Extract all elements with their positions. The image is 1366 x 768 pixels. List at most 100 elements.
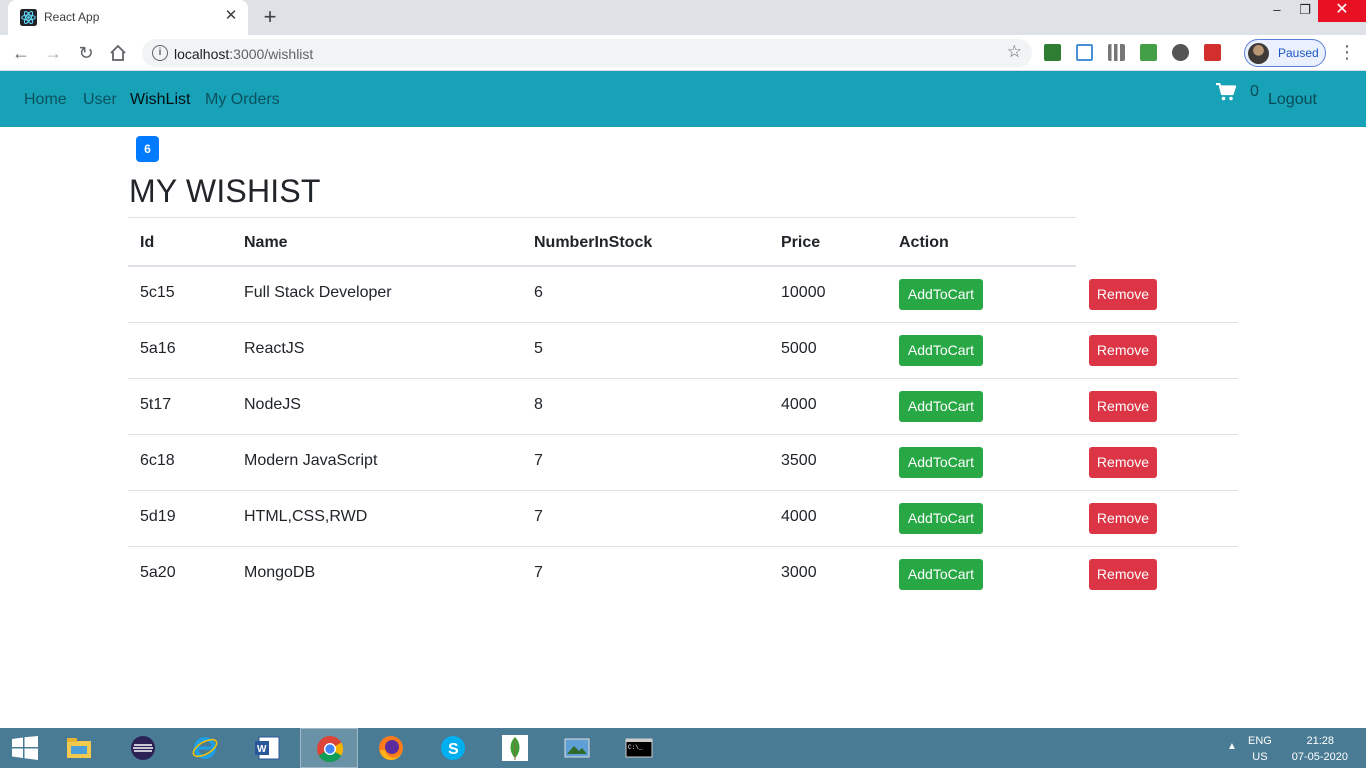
column-header-action: Action: [899, 234, 949, 251]
remove-button[interactable]: Remove: [1089, 559, 1157, 590]
column-header-price: Price: [781, 234, 821, 251]
cell-stock: 5: [534, 340, 543, 357]
remove-button[interactable]: Remove: [1089, 503, 1157, 534]
cell-stock: 7: [534, 564, 543, 581]
taskbar-eclipse[interactable]: [114, 728, 172, 768]
skype-icon: S: [441, 736, 465, 760]
nav-link-home[interactable]: Home: [24, 91, 67, 109]
extension-circle-icon[interactable]: [1172, 44, 1189, 61]
forward-arrow-icon[interactable]: →: [40, 40, 66, 66]
nav-link-user[interactable]: User: [83, 91, 117, 109]
taskbar-firefox[interactable]: [362, 728, 420, 768]
add-to-cart-button[interactable]: AddToCart: [899, 391, 983, 422]
avatar: [1248, 43, 1269, 64]
wishlist-count-badge: 6: [136, 136, 159, 162]
profile-status: Paused: [1278, 46, 1319, 60]
cell-stock: 7: [534, 508, 543, 525]
cell-name: MongoDB: [244, 564, 316, 581]
add-to-cart-button[interactable]: AddToCart: [899, 335, 983, 366]
start-button[interactable]: [0, 728, 52, 768]
browser-tab[interactable]: React App ✕: [8, 0, 248, 35]
clock-time: 21:28: [1306, 735, 1334, 747]
svg-text:W: W: [257, 744, 267, 755]
new-tab-icon[interactable]: +: [258, 5, 282, 29]
remove-button[interactable]: Remove: [1089, 279, 1157, 310]
profile-button[interactable]: Paused: [1244, 39, 1326, 67]
cell-price: 4000: [781, 396, 817, 413]
cell-id: 5d19: [140, 508, 176, 525]
restore-window-icon[interactable]: ❐: [1290, 0, 1320, 22]
shopping-cart-icon[interactable]: [1216, 83, 1236, 101]
react-logo-icon: [20, 9, 37, 26]
system-clock[interactable]: 21:28 07-05-2020: [1286, 733, 1348, 765]
internet-explorer-icon: [192, 737, 218, 759]
file-explorer-icon: [67, 738, 91, 758]
extension-selenium-icon[interactable]: [1140, 44, 1157, 61]
taskbar-mongodb[interactable]: [486, 728, 544, 768]
logout-link[interactable]: Logout: [1268, 91, 1317, 109]
input-language-indicator[interactable]: ENG US: [1248, 733, 1272, 765]
remove-button[interactable]: Remove: [1089, 447, 1157, 478]
chrome-icon: [317, 736, 344, 763]
cell-id: 5c15: [140, 284, 175, 301]
table-header-row: Id Name NumberInStock Price Action: [128, 217, 1076, 267]
table-row: 5c15 Full Stack Developer 6 10000 AddToC…: [128, 267, 1238, 323]
cell-stock: 7: [534, 452, 543, 469]
region-code: US: [1252, 751, 1268, 763]
cell-price: 5000: [781, 340, 817, 357]
site-info-icon[interactable]: i: [152, 45, 168, 61]
remove-button[interactable]: Remove: [1089, 335, 1157, 366]
taskbar-internet-explorer[interactable]: [176, 728, 234, 768]
cell-price: 3500: [781, 452, 817, 469]
back-arrow-icon[interactable]: ←: [8, 40, 34, 66]
show-hidden-icons-icon[interactable]: ▲: [1227, 741, 1237, 752]
cell-name: HTML,CSS,RWD: [244, 508, 368, 525]
cell-name: Modern JavaScript: [244, 452, 378, 469]
browser-tab-strip: React App ✕ + – ❐ ✕: [0, 0, 1366, 35]
taskbar-command-prompt[interactable]: C:\_: [610, 728, 668, 768]
clock-date: 07-05-2020: [1291, 751, 1348, 763]
browser-toolbar: ← → ↻ i localhost:3000/wishlist ☆ Paused…: [0, 35, 1366, 71]
browser-menu-icon[interactable]: ⋮: [1338, 40, 1356, 66]
extension-blue-icon[interactable]: [1076, 44, 1093, 61]
minimize-window-icon[interactable]: –: [1262, 0, 1292, 22]
close-tab-icon[interactable]: ✕: [222, 7, 240, 25]
language-code: ENG: [1248, 735, 1272, 747]
nav-link-wishlist[interactable]: WishList: [130, 91, 190, 109]
app-navbar: Home User WishList My Orders: [0, 71, 1366, 127]
svg-text:C:\_: C:\_: [628, 744, 643, 751]
nav-link-my-orders[interactable]: My Orders: [205, 91, 280, 109]
table-row: 6c18 Modern JavaScript 7 3500 AddToCart …: [128, 435, 1238, 491]
bookmark-star-icon[interactable]: ☆: [1007, 42, 1022, 62]
add-to-cart-button[interactable]: AddToCart: [899, 559, 983, 590]
cart-count: 0: [1250, 83, 1259, 100]
close-window-icon[interactable]: ✕: [1318, 0, 1366, 22]
add-to-cart-button[interactable]: AddToCart: [899, 503, 983, 534]
column-header-id: Id: [140, 234, 155, 251]
remove-button[interactable]: Remove: [1089, 391, 1157, 422]
taskbar-word[interactable]: W: [238, 728, 296, 768]
cell-price: 4000: [781, 508, 817, 525]
cell-price: 3000: [781, 564, 817, 581]
taskbar-skype[interactable]: S: [424, 728, 482, 768]
home-icon[interactable]: [105, 40, 131, 66]
taskbar-file-explorer[interactable]: [50, 728, 108, 768]
taskbar-photo-viewer[interactable]: [548, 728, 606, 768]
table-row: 5d19 HTML,CSS,RWD 7 4000 AddToCart Remov…: [128, 491, 1238, 547]
cell-id: 5a16: [140, 340, 176, 357]
taskbar-chrome[interactable]: [300, 728, 358, 768]
eclipse-icon: [131, 736, 155, 760]
cell-price: 10000: [781, 284, 826, 301]
url-text: localhost:3000/wishlist: [174, 46, 314, 62]
cell-id: 6c18: [140, 452, 175, 469]
column-header-number-in-stock: NumberInStock: [534, 234, 653, 251]
extension-leaf-icon[interactable]: [1044, 44, 1061, 61]
extension-chart-icon[interactable]: [1108, 44, 1125, 61]
command-prompt-icon: C:\_: [625, 738, 653, 758]
extension-red-icon[interactable]: [1204, 44, 1221, 61]
add-to-cart-button[interactable]: AddToCart: [899, 447, 983, 478]
start-icon: [12, 736, 38, 760]
reload-icon[interactable]: ↻: [73, 40, 99, 66]
add-to-cart-button[interactable]: AddToCart: [899, 279, 983, 310]
address-bar[interactable]: i localhost:3000/wishlist ☆: [142, 39, 1032, 67]
